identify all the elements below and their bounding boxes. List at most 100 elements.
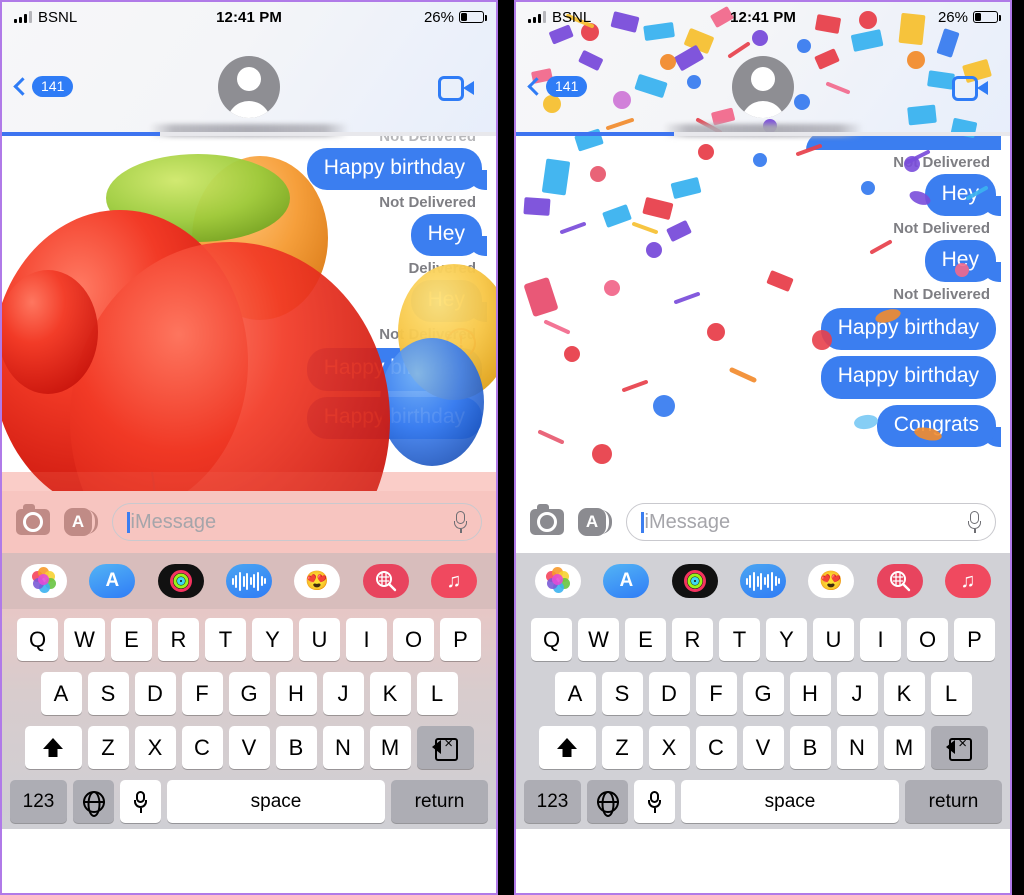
numeric-key[interactable]: 123 [524,780,581,823]
camera-icon[interactable] [530,504,564,535]
key-w[interactable]: W [578,618,619,661]
key-q[interactable]: Q [531,618,572,661]
key-h[interactable]: H [275,672,317,715]
key-w[interactable]: W [64,618,105,661]
key-r[interactable]: R [158,618,199,661]
shift-key[interactable] [538,726,596,769]
key-p[interactable]: P [954,618,995,661]
back-button[interactable]: 141 [527,76,588,97]
app-store-icon[interactable]: A [64,507,98,537]
music-app-icon[interactable]: ♫ [430,564,477,598]
dictation-key[interactable] [634,780,675,823]
not-delivered-error-icon[interactable]: ! [446,328,476,358]
memoji-app-icon[interactable]: 😍 [294,564,341,598]
backspace-key[interactable] [416,726,474,769]
key-i[interactable]: I [346,618,387,661]
space-key[interactable]: space [681,780,899,823]
message-bubble[interactable]: Happy birthday [306,148,490,191]
camera-icon[interactable] [16,504,50,535]
music-app-icon[interactable]: ♫ [944,564,991,598]
key-n[interactable]: N [836,726,878,769]
message-bubble[interactable]: Hey [410,280,490,323]
key-e[interactable]: E [111,618,152,661]
backspace-key[interactable] [930,726,988,769]
activity-app-icon[interactable] [671,564,718,598]
app-store-app-icon[interactable]: A [89,564,136,598]
key-r[interactable]: R [672,618,713,661]
microphone-icon[interactable] [968,511,981,533]
conversation-area[interactable]: Not Delivered Hey Not Delivered Hey Not … [516,136,1010,491]
key-m[interactable]: M [369,726,411,769]
contact-avatar[interactable] [218,56,280,118]
message-bubble[interactable]: Hey [924,174,1004,217]
key-g[interactable]: G [228,672,270,715]
key-b[interactable]: B [789,726,831,769]
key-d[interactable]: D [648,672,690,715]
app-store-app-icon[interactable]: A [603,564,650,598]
message-bubble[interactable]: Happy birthday [306,396,482,439]
key-n[interactable]: N [322,726,364,769]
key-x[interactable]: X [134,726,176,769]
key-v[interactable]: V [228,726,270,769]
message-input-field[interactable]: iMessage [626,503,996,541]
key-u[interactable]: U [299,618,340,661]
images-app-icon[interactable] [362,564,409,598]
conversation-area[interactable]: Not Delivered Happy birthday Not Deliver… [2,136,496,491]
dictation-key[interactable] [120,780,161,823]
key-j[interactable]: J [322,672,364,715]
key-f[interactable]: F [181,672,223,715]
key-x[interactable]: X [648,726,690,769]
key-c[interactable]: C [695,726,737,769]
message-bubble-cutoff[interactable] [806,136,1001,150]
key-o[interactable]: O [907,618,948,661]
key-y[interactable]: Y [766,618,807,661]
return-key[interactable]: return [905,780,1002,823]
key-k[interactable]: K [883,672,925,715]
key-e[interactable]: E [625,618,666,661]
message-input-field[interactable]: iMessage [112,503,482,541]
globe-key[interactable] [73,780,114,823]
key-p[interactable]: P [440,618,481,661]
key-z[interactable]: Z [87,726,129,769]
globe-key[interactable] [587,780,628,823]
key-v[interactable]: V [742,726,784,769]
key-s[interactable]: S [87,672,129,715]
key-j[interactable]: J [836,672,878,715]
activity-app-icon[interactable] [157,564,204,598]
photos-app-icon[interactable] [535,564,582,598]
return-key[interactable]: return [391,780,488,823]
key-b[interactable]: B [275,726,317,769]
key-a[interactable]: A [554,672,596,715]
images-app-icon[interactable] [876,564,923,598]
key-m[interactable]: M [883,726,925,769]
message-bubble[interactable]: Happy birthday [820,308,996,351]
voice-memo-app-icon[interactable] [225,564,272,598]
key-c[interactable]: C [181,726,223,769]
key-i[interactable]: I [860,618,901,661]
facetime-button[interactable] [438,76,474,101]
back-button[interactable]: 141 [13,76,74,97]
app-store-icon[interactable]: A [578,507,612,537]
key-t[interactable]: T [719,618,760,661]
key-a[interactable]: A [40,672,82,715]
key-z[interactable]: Z [601,726,643,769]
shift-key[interactable] [24,726,82,769]
numeric-key[interactable]: 123 [10,780,67,823]
message-bubble[interactable]: Happy birthday [820,356,996,399]
key-k[interactable]: K [369,672,411,715]
message-bubble[interactable]: Congrats [876,404,1004,447]
facetime-button[interactable] [952,76,988,101]
key-g[interactable]: G [742,672,784,715]
key-f[interactable]: F [695,672,737,715]
key-d[interactable]: D [134,672,176,715]
photos-app-icon[interactable] [21,564,68,598]
voice-memo-app-icon[interactable] [739,564,786,598]
contact-avatar[interactable] [732,56,794,118]
key-l[interactable]: L [416,672,458,715]
microphone-icon[interactable] [454,511,467,533]
message-bubble[interactable]: Hey [924,240,1004,283]
key-u[interactable]: U [813,618,854,661]
key-y[interactable]: Y [252,618,293,661]
memoji-app-icon[interactable]: 😍 [808,564,855,598]
key-o[interactable]: O [393,618,434,661]
